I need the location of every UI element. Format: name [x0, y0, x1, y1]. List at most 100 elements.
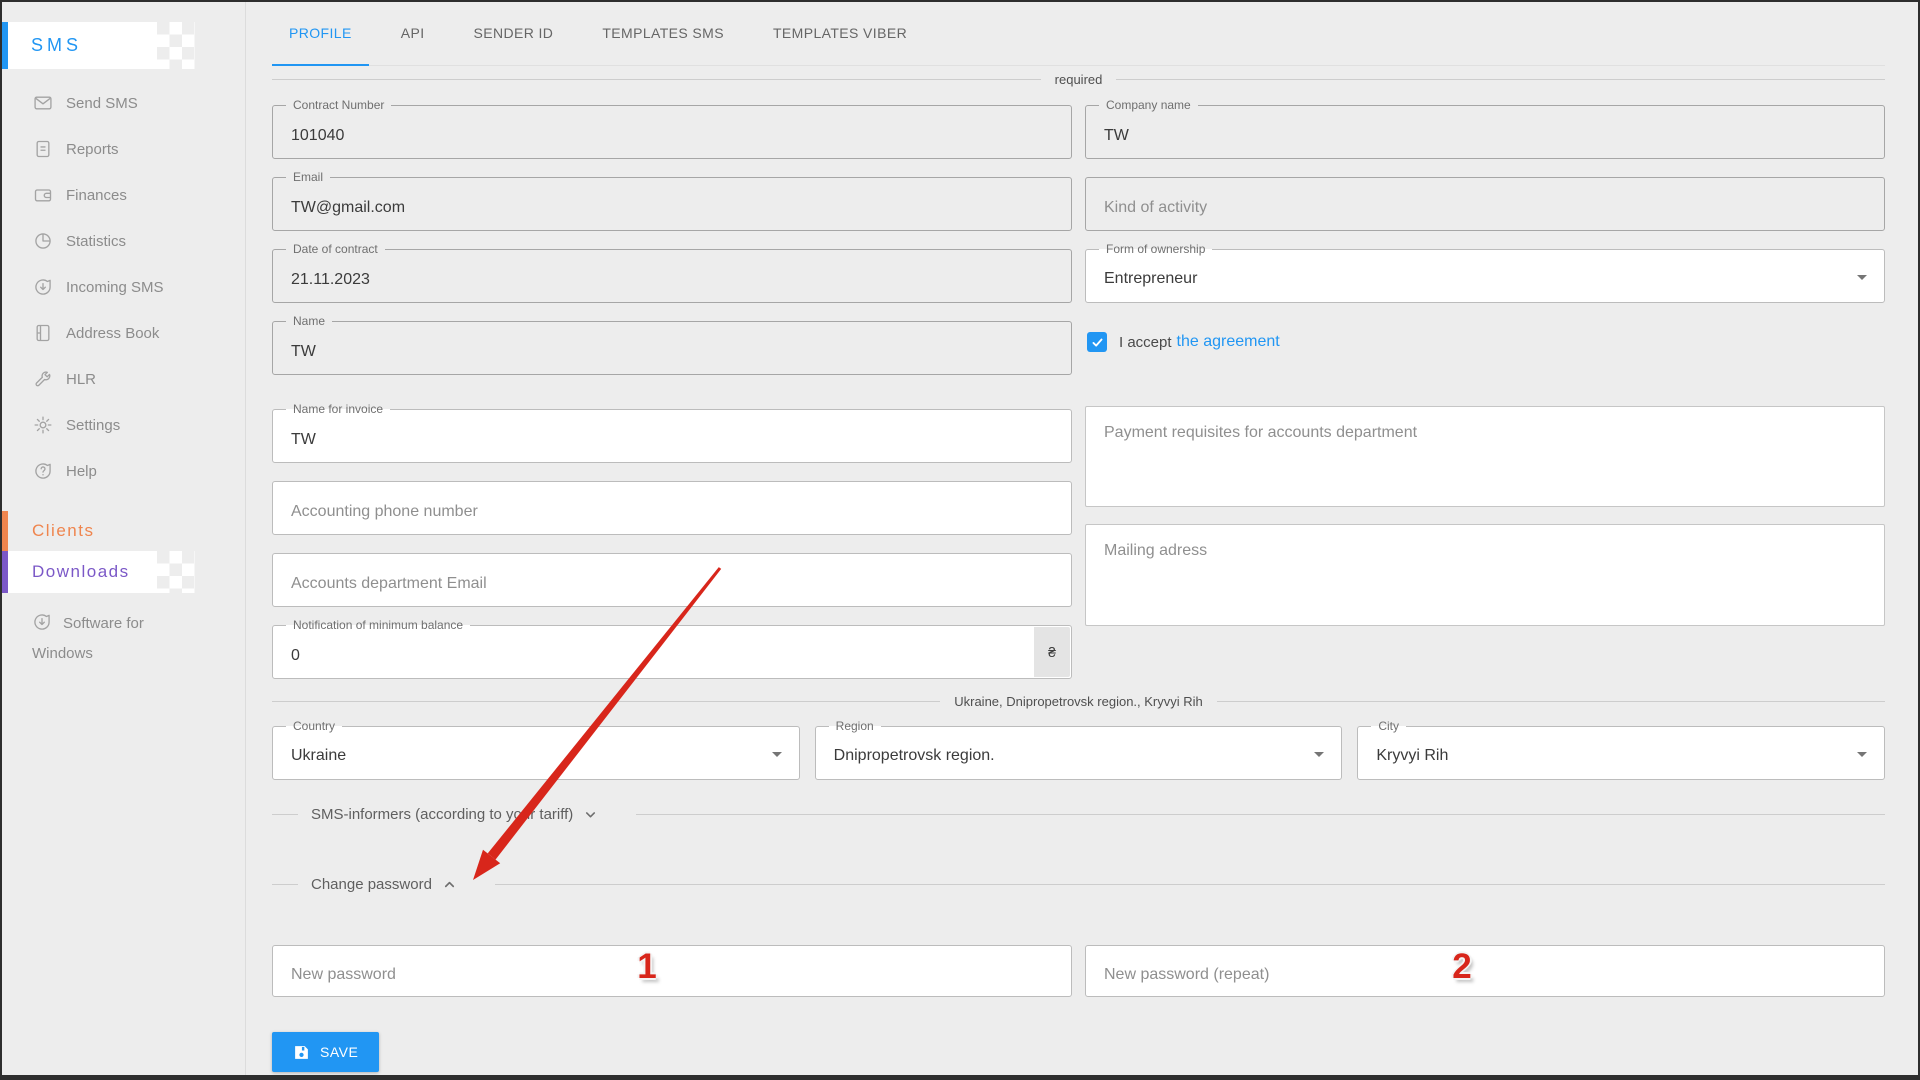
name-for-invoice-input[interactable] [273, 410, 1071, 462]
company-name-input[interactable] [1086, 106, 1884, 158]
wallet-icon [33, 185, 53, 205]
required-legend-row: required [272, 72, 1885, 87]
change-password-collapse-toggle[interactable] [442, 877, 457, 892]
min-balance-input[interactable] [273, 626, 1071, 678]
downloads-label: Downloads [32, 562, 130, 582]
sms-informers-section-header: SMS-informers (according to your tariff) [272, 806, 1885, 822]
agreement-checkbox[interactable] [1087, 332, 1107, 352]
new-password-repeat-input[interactable] [1086, 946, 1884, 996]
chevron-up-icon [442, 877, 457, 892]
sidebar-item-label: Incoming SMS [66, 279, 164, 296]
company-name-label: Company name [1099, 98, 1198, 113]
mailing-address-textarea[interactable] [1086, 525, 1884, 625]
sidebar-item-address-book[interactable]: Address Book [2, 310, 245, 356]
form-right-column: Company name Form of ownership Entrepren… [1085, 105, 1885, 679]
divider-line [495, 884, 1885, 885]
dropdown-arrow-icon [1857, 752, 1867, 757]
save-button[interactable]: SAVE [272, 1032, 379, 1072]
change-password-section-header: Change password [272, 876, 1885, 892]
accounting-phone-input[interactable] [273, 482, 1071, 534]
divider-line [272, 79, 1041, 80]
annotation-step-1: 1 [637, 947, 656, 987]
contract-number-field[interactable]: Contract Number [272, 105, 1072, 159]
sidebar-section-clients[interactable]: Clients [2, 511, 245, 551]
sidebar-item-incoming-sms[interactable]: Incoming SMS [2, 264, 245, 310]
kind-of-activity-field[interactable] [1085, 177, 1885, 231]
date-of-contract-field[interactable]: Date of contract [272, 249, 1072, 303]
sidebar-section-downloads[interactable]: Downloads [2, 551, 245, 593]
region-select[interactable]: Region Dnipropetrovsk region. [815, 726, 1343, 780]
sidebar-item-software-for-windows[interactable]: Software for Windows [2, 593, 160, 669]
app-window: SMS Send SMS Reports Finances [0, 0, 1920, 1080]
min-balance-field[interactable]: Notification of minimum balance ₴ [272, 625, 1072, 679]
sidebar-item-label: Reports [66, 141, 119, 158]
location-legend-row: Ukraine, Dnipropetrovsk region., Kryvyi … [272, 694, 1885, 709]
date-of-contract-input[interactable] [273, 250, 1071, 302]
tab-sender-id[interactable]: SENDER ID [456, 2, 570, 66]
sidebar-item-label: Settings [66, 417, 120, 434]
contract-number-input[interactable] [273, 106, 1071, 158]
dropdown-arrow-icon [1857, 275, 1867, 280]
email-label: Email [286, 170, 330, 185]
chevron-down-icon [583, 807, 598, 822]
sms-informers-expand-toggle[interactable] [583, 807, 598, 822]
new-password-input[interactable] [273, 946, 1071, 996]
company-name-field[interactable]: Company name [1085, 105, 1885, 159]
email-field[interactable]: Email [272, 177, 1072, 231]
clients-label: Clients [32, 521, 94, 541]
agreement-row: I accept the agreement [1087, 331, 1885, 353]
new-password-repeat-field[interactable] [1085, 945, 1885, 997]
main-content: PROFILE API SENDER ID TEMPLATES SMS TEMP… [247, 2, 1918, 1075]
currency-suffix: ₴ [1034, 627, 1070, 677]
country-label: Country [286, 719, 342, 734]
sidebar-nav: Send SMS Reports Finances Statistics [2, 80, 245, 494]
sidebar-brand-sms[interactable]: SMS [2, 22, 245, 69]
agreement-link[interactable]: the agreement [1177, 333, 1280, 351]
payment-requisites-field[interactable] [1085, 406, 1885, 507]
sidebar-item-reports[interactable]: Reports [2, 126, 245, 172]
location-legend: Ukraine, Dnipropetrovsk region., Kryvyi … [954, 694, 1203, 709]
country-select[interactable]: Country Ukraine [272, 726, 800, 780]
name-field[interactable]: Name [272, 321, 1072, 375]
contract-number-label: Contract Number [286, 98, 391, 113]
new-password-field[interactable] [272, 945, 1072, 997]
email-input[interactable] [273, 178, 1071, 230]
sidebar-item-statistics[interactable]: Statistics [2, 218, 245, 264]
clients-accent-bar [2, 511, 8, 551]
form-of-ownership-select[interactable]: Form of ownership Entrepreneur [1085, 249, 1885, 303]
divider-line [636, 814, 1885, 815]
divider-line [1217, 701, 1885, 702]
tab-templates-viber[interactable]: TEMPLATES VIBER [756, 2, 924, 66]
sidebar-item-label: Finances [66, 187, 127, 204]
tab-profile[interactable]: PROFILE [272, 2, 369, 66]
payment-requisites-textarea[interactable] [1086, 407, 1884, 506]
sidebar-item-send-sms[interactable]: Send SMS [2, 80, 245, 126]
mailing-address-field[interactable] [1085, 524, 1885, 626]
tab-templates-sms[interactable]: TEMPLATES SMS [585, 2, 741, 66]
divider-line [1116, 79, 1885, 80]
name-input[interactable] [273, 322, 1071, 374]
accounting-phone-field[interactable] [272, 481, 1072, 535]
book-icon [33, 323, 53, 343]
gear-icon [33, 415, 53, 435]
sidebar-item-hlr[interactable]: HLR [2, 356, 245, 402]
city-label: City [1371, 719, 1406, 734]
sidebar-item-label: Statistics [66, 233, 126, 250]
sidebar-item-settings[interactable]: Settings [2, 402, 245, 448]
country-value: Ukraine [273, 727, 799, 779]
name-for-invoice-label: Name for invoice [286, 402, 390, 417]
profile-form-grid: Contract Number Email Date of contract N… [272, 105, 1885, 679]
sidebar-item-label: Help [66, 463, 97, 480]
floppy-disk-icon [293, 1044, 310, 1061]
accounts-email-field[interactable] [272, 553, 1072, 607]
city-select[interactable]: City Kryvyi Rih [1357, 726, 1885, 780]
kind-of-activity-input[interactable] [1086, 178, 1884, 230]
sidebar-item-label: Send SMS [66, 95, 138, 112]
accounts-email-input[interactable] [273, 554, 1071, 606]
sidebar-item-finances[interactable]: Finances [2, 172, 245, 218]
tab-api[interactable]: API [384, 2, 442, 66]
wrench-icon [33, 369, 53, 389]
name-for-invoice-field[interactable]: Name for invoice [272, 409, 1072, 463]
downloads-accent-bar [2, 551, 8, 593]
sidebar-item-help[interactable]: Help [2, 448, 245, 494]
